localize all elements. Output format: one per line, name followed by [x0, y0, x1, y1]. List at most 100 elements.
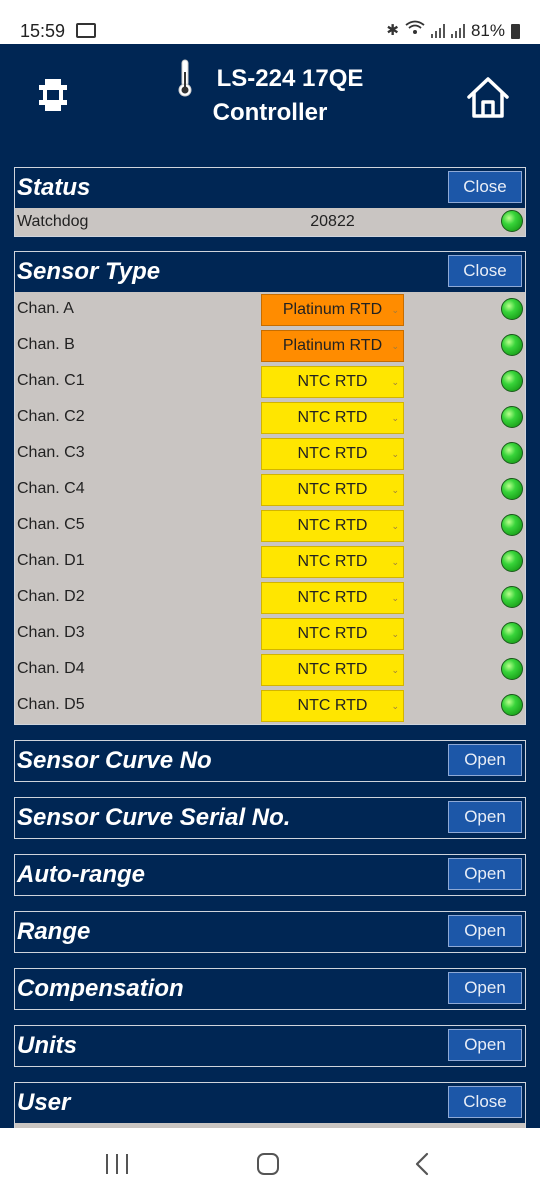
status-icons: ✱ 81% [386, 20, 520, 42]
chevron-down-icon: ⌄ [391, 557, 399, 567]
select-value: NTC RTD [297, 625, 368, 642]
chevron-down-icon: ⌄ [391, 521, 399, 531]
channel-label: Chan. C4 [17, 480, 85, 497]
section-header: Status Close [15, 168, 525, 208]
units-open-button[interactable]: Open [448, 1029, 522, 1061]
sensor-type-select[interactable]: NTC RTD ⌄ [261, 366, 404, 398]
watchdog-row: Watchdog 20822 [15, 208, 525, 236]
status-led-icon [501, 694, 523, 716]
chevron-down-icon: ⌄ [391, 449, 399, 459]
section-header: Range Open [15, 912, 525, 952]
select-value: NTC RTD [297, 697, 368, 714]
chevron-down-icon: ⌄ [391, 629, 399, 639]
user-close-button[interactable]: Close [448, 1086, 522, 1118]
status-led-icon [501, 550, 523, 572]
home-nav-icon[interactable] [257, 1153, 279, 1175]
section-title: Auto-range [17, 861, 145, 888]
channel-row: Chan. B Platinum RTD ⌄ [15, 328, 525, 364]
section-title: Sensor Curve No [17, 747, 212, 774]
home-icon[interactable] [465, 75, 511, 121]
sensor-type-select[interactable]: NTC RTD ⌄ [261, 510, 404, 542]
watchdog-value: 20822 [310, 213, 355, 230]
section-title: Sensor Type [17, 258, 161, 285]
sensor-curve-serial-open-button[interactable]: Open [448, 801, 522, 833]
units-section: Units Open [14, 1025, 526, 1067]
channel-row: Chan. A Platinum RTD ⌄ [15, 292, 525, 328]
channel-row: Chan. D2 NTC RTD ⌄ [15, 580, 525, 616]
gear-logo-icon[interactable] [33, 75, 73, 115]
sensor-type-select[interactable]: Platinum RTD ⌄ [261, 294, 404, 326]
channel-label: Chan. D4 [17, 660, 85, 677]
sensor-type-select[interactable]: Platinum RTD ⌄ [261, 330, 404, 362]
section-header: Sensor Curve Serial No. Open [15, 798, 525, 838]
section-body: Chan. A Platinum RTD ⌄ Chan. B Platinum R… [15, 292, 525, 724]
select-value: NTC RTD [297, 481, 368, 498]
chevron-down-icon: ⌄ [391, 665, 399, 675]
select-value: NTC RTD [297, 553, 368, 570]
chevron-down-icon: ⌄ [391, 485, 399, 495]
status-led-icon [501, 442, 523, 464]
channel-label: Chan. B [17, 336, 75, 353]
range-open-button[interactable]: Open [448, 915, 522, 947]
select-value: Platinum RTD [282, 301, 383, 318]
back-icon[interactable] [412, 1152, 432, 1176]
status-bar: 15:59 ✱ 81% [0, 0, 540, 44]
recents-icon[interactable] [106, 1154, 130, 1174]
sensor-curve-no-section: Sensor Curve No Open [14, 740, 526, 782]
sensor-type-select[interactable]: NTC RTD ⌄ [261, 618, 404, 650]
sensor-type-close-button[interactable]: Close [448, 255, 522, 287]
section-header: Sensor Curve No Open [15, 741, 525, 781]
signal-icon [430, 24, 445, 38]
section-title: Range [17, 918, 91, 945]
range-section: Range Open [14, 911, 526, 953]
chevron-down-icon: ⌄ [391, 305, 399, 315]
channel-row: Chan. D1 NTC RTD ⌄ [15, 544, 525, 580]
user-section: User Close [14, 1082, 526, 1128]
compensation-section: Compensation Open [14, 968, 526, 1010]
compensation-open-button[interactable]: Open [448, 972, 522, 1004]
sensor-curve-no-open-button[interactable]: Open [448, 744, 522, 776]
chevron-down-icon: ⌄ [391, 701, 399, 711]
title-line-2: Controller [212, 99, 328, 126]
sensor-type-select[interactable]: NTC RTD ⌄ [261, 690, 404, 722]
app-header: LS-224 17QE Controller [0, 44, 540, 158]
bluetooth-icon: ✱ [386, 22, 399, 39]
section-header: Sensor Type Close [15, 252, 525, 292]
channel-row: Chan. C1 NTC RTD ⌄ [15, 364, 525, 400]
sensor-type-select[interactable]: NTC RTD ⌄ [261, 654, 404, 686]
status-close-button[interactable]: Close [448, 171, 522, 203]
auto-range-section: Auto-range Open [14, 854, 526, 896]
section-header: Compensation Open [15, 969, 525, 1009]
select-value: NTC RTD [297, 373, 368, 390]
channel-row: Chan. D3 NTC RTD ⌄ [15, 616, 525, 652]
chevron-down-icon: ⌄ [391, 593, 399, 603]
channel-label: Chan. C5 [17, 516, 85, 533]
status-section: Status Close Watchdog 20822 [14, 167, 526, 237]
channel-label: Chan. D3 [17, 624, 85, 641]
chevron-down-icon: ⌄ [391, 377, 399, 387]
sensor-type-select[interactable]: NTC RTD ⌄ [261, 474, 404, 506]
section-title: Units [17, 1032, 77, 1059]
sensor-type-select[interactable]: NTC RTD ⌄ [261, 438, 404, 470]
section-title: User [17, 1089, 71, 1116]
wifi-icon [405, 20, 425, 42]
select-value: NTC RTD [297, 661, 368, 678]
system-nav-bar [0, 1128, 540, 1200]
channel-row: Chan. D4 NTC RTD ⌄ [15, 652, 525, 688]
auto-range-open-button[interactable]: Open [448, 858, 522, 890]
status-led-icon [501, 298, 523, 320]
section-header: Auto-range Open [15, 855, 525, 895]
chevron-down-icon: ⌄ [391, 341, 399, 351]
sensor-type-select[interactable]: NTC RTD ⌄ [261, 546, 404, 578]
title-line-1: LS-224 17QE [216, 65, 364, 92]
section-title: Sensor Curve Serial No. [17, 804, 291, 831]
section-title: Status [17, 174, 91, 201]
sensor-type-select[interactable]: NTC RTD ⌄ [261, 402, 404, 434]
chevron-down-icon: ⌄ [391, 413, 399, 423]
sensor-type-section: Sensor Type Close Chan. A Platinum RTD ⌄ … [14, 251, 526, 725]
channel-label: Chan. C3 [17, 444, 85, 461]
sensor-type-select[interactable]: NTC RTD ⌄ [261, 582, 404, 614]
section-header: User Close [15, 1083, 525, 1123]
channel-label: Chan. A [17, 300, 74, 317]
status-led-icon [501, 210, 523, 232]
